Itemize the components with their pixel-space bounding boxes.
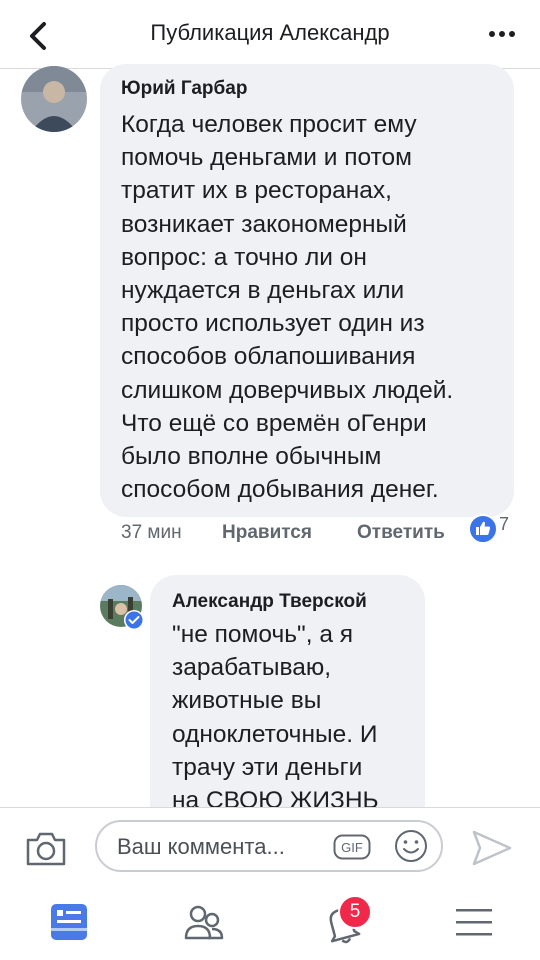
ellipsis-icon	[489, 31, 515, 37]
emoji-button[interactable]	[393, 828, 429, 864]
like-button[interactable]: Нравится	[222, 522, 312, 544]
comment-text: "не помочь", а я зарабатываю, животные в…	[172, 621, 379, 815]
comment-timestamp: 37 мин	[121, 522, 182, 543]
svg-text:GIF: GIF	[341, 840, 363, 855]
gif-icon: GIF	[333, 834, 371, 860]
verified-badge-icon	[124, 610, 144, 630]
gif-button[interactable]: GIF	[333, 834, 371, 860]
comment-input-placeholder: Ваш коммента...	[117, 834, 285, 859]
tab-friends[interactable]	[180, 898, 228, 946]
reaction-count[interactable]: 7	[499, 514, 509, 535]
camera-icon	[26, 832, 66, 866]
comment-author[interactable]: Юрий Гарбар	[121, 78, 247, 100]
comment-composer: Ваш коммента... GIF	[0, 807, 540, 887]
top-bar: Публикация Александр	[0, 0, 540, 69]
avatar[interactable]	[21, 66, 87, 132]
camera-button[interactable]	[22, 826, 70, 870]
news-feed-icon	[51, 904, 87, 940]
thumbs-up-icon[interactable]	[468, 514, 498, 544]
hamburger-menu-icon	[456, 909, 492, 936]
friends-icon	[184, 905, 224, 940]
emoji-icon	[395, 830, 427, 862]
bottom-tab-bar	[0, 886, 540, 960]
notification-count-badge: 5	[338, 895, 372, 929]
page-title: Публикация Александр	[150, 20, 390, 45]
more-options-button[interactable]	[484, 22, 520, 46]
comment-author[interactable]: Александр Тверской	[172, 591, 367, 613]
send-button[interactable]	[470, 828, 514, 868]
tab-news-feed[interactable]	[45, 898, 93, 946]
reply-button[interactable]: Ответить	[357, 522, 445, 544]
comment-input[interactable]: Ваш коммента... GIF	[95, 820, 443, 872]
send-icon	[472, 830, 512, 866]
tab-menu[interactable]	[450, 898, 498, 946]
comment-text: Когда человек просит ему помочь деньгами…	[121, 111, 454, 504]
